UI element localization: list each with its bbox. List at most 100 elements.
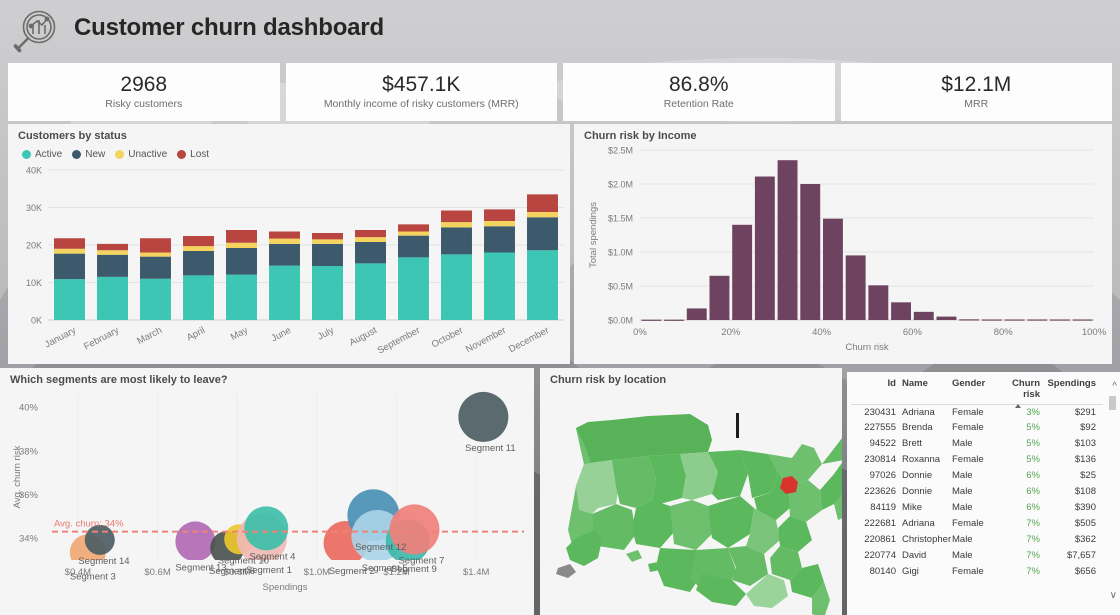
map-tooltip-cursor [736,413,739,438]
table-row[interactable]: 230814 Roxanna Female 5% $136 [851,453,1103,469]
svg-text:March: March [135,325,163,347]
svg-text:Segment 3: Segment 3 [70,571,116,582]
table-row[interactable]: 227555 Brenda Female 5% $92 [851,421,1103,437]
table-header-churn-risk[interactable]: Churn risk [993,374,1043,408]
svg-text:30K: 30K [26,203,42,213]
cell-id: 94522 [869,438,896,450]
svg-text:Segment 11: Segment 11 [465,443,516,454]
cell-gender: Male [952,486,973,498]
table-header-name[interactable]: Name [899,374,949,401]
svg-text:0K: 0K [31,316,42,326]
table-row[interactable]: 84119 Mike Male 6% $390 [851,501,1103,517]
cell-gender: Female [952,517,984,529]
svg-text:December: December [507,325,551,355]
kpi-label: Monthly income of risky customers (MRR) [323,98,519,111]
svg-text:February: February [82,325,121,353]
table-header-label: Churn risk [1012,378,1040,400]
table-row[interactable]: 97026 Donnie Male 6% $25 [851,469,1103,485]
table-row[interactable]: 94522 Brett Male 5% $103 [851,437,1103,453]
cell-name: Christopher [902,533,952,545]
svg-text:September: September [376,325,422,357]
cell-churn-risk: 5% [1026,438,1040,450]
kpi-card-row: 2968 Risky customers $457.1K Monthly inc… [8,63,1112,121]
cell-name: Donnie [902,470,933,482]
table-row[interactable]: 222681 Adriana Female 7% $505 [851,516,1103,532]
map-states[interactable] [568,414,842,615]
table-row[interactable]: 80140 Gigi Female 7% $656 [851,564,1103,580]
kpi-label: MRR [964,98,989,111]
magnifier-chart-icon [13,10,56,53]
cell-gender: Female [952,406,984,418]
svg-text:Total spendings: Total spendings [588,202,599,268]
table-scrollbar-thumb[interactable] [1109,396,1116,410]
table-body[interactable]: 230431 Adriana Female 3% $291 227555 Brenda Fem… [851,405,1103,580]
customer-table-panel[interactable]: Id Name Gender Churn risk Spendings 2304… [847,372,1120,615]
customers-by-status-panel[interactable]: Customers by status Active New Unactive … [8,124,570,364]
cell-id: 223626 [864,486,896,498]
stacked-bar-chart[interactable]: 0K 10K 20K 30K 40K January February March April M… [8,124,570,364]
cell-spendings: $103 [1074,438,1096,450]
svg-text:Churn risk: Churn risk [845,342,889,353]
svg-text:$1.4M: $1.4M [463,567,489,578]
table-row[interactable]: 223626 Donnie Male 6% $108 [851,485,1103,501]
us-choropleth-map[interactable] [540,368,842,615]
table-row[interactable]: 230431 Adriana Female 3% $291 [851,405,1103,421]
chevron-up-icon[interactable]: ^ [1112,381,1117,392]
kpi-value: $12.1M [941,73,1012,97]
cell-gender: Male [952,549,973,561]
cell-gender: Female [952,454,984,466]
svg-text:$0.0M: $0.0M [608,316,633,326]
kpi-value: $457.1K [382,73,461,97]
cell-name: Brett [902,438,923,450]
cell-name: Roxanna [902,454,941,466]
cell-churn-risk: 7% [1026,533,1040,545]
kpi-card-mrr[interactable]: $12.1M MRR [840,63,1112,121]
cell-churn-risk: 7% [1026,549,1040,561]
svg-text:$2.5M: $2.5M [608,146,633,156]
svg-text:Avg. churn: 34%: Avg. churn: 34% [54,519,124,530]
churn-risk-by-income-panel[interactable]: Churn risk by Income $0.0M $0.5M $1.0M $1.5… [574,124,1112,364]
kpi-card-monthly-income[interactable]: $457.1K Monthly income of risky customer… [285,63,557,121]
table-scrollbar[interactable] [1109,396,1116,586]
cell-id: 97026 [869,470,896,482]
page-title: Customer churn dashboard [74,14,384,41]
svg-text:Segment 1: Segment 1 [246,565,292,576]
svg-text:January: January [43,325,78,351]
svg-text:34%: 34% [19,534,39,545]
svg-text:$1.5M: $1.5M [608,214,633,224]
svg-text:Segment 7: Segment 7 [398,555,444,566]
bubble-scatter-chart[interactable]: 34%36%38%40%$0.4M $0.6M $0.8M $1.0M $1.2M $1.… [0,368,534,615]
cell-spendings: $92 [1080,422,1096,434]
cell-id: 220774 [864,549,896,561]
kpi-card-retention-rate[interactable]: 86.8% Retention Rate [563,63,835,121]
kpi-card-risky-customers[interactable]: 2968 Risky customers [8,63,280,121]
svg-text:October: October [430,325,465,351]
svg-text:40K: 40K [26,166,42,176]
table-header-id[interactable]: Id [851,374,899,401]
table-header-spendings[interactable]: Spendings [1043,374,1099,401]
table-row[interactable]: 220774 David Male 7% $7,657 [851,548,1103,564]
table-row[interactable]: 220861 Christopher Male 7% $362 [851,532,1103,548]
histogram-chart[interactable]: $0.0M $0.5M $1.0M $1.5M $2.0M $2.5M 0% 20% 40% 60… [574,124,1112,364]
svg-text:Segment 14: Segment 14 [78,556,129,567]
svg-text:July: July [316,325,336,343]
cell-id: 84119 [870,502,896,514]
cell-spendings: $108 [1074,486,1096,498]
chevron-down-icon[interactable]: ∨ [1110,590,1117,601]
cell-gender: Female [952,565,984,577]
kpi-label: Retention Rate [663,98,734,111]
cell-name: David [902,549,927,561]
segments-panel[interactable]: Which segments are most likely to leave?… [0,368,534,615]
cell-id: 227555 [864,422,896,434]
map-panel[interactable]: Churn risk by location [540,368,842,615]
cell-spendings: $136 [1074,454,1096,466]
cell-name: Donnie [902,486,933,498]
svg-text:10K: 10K [26,278,42,288]
cell-id: 222681 [864,517,896,529]
table-header-gender[interactable]: Gender [949,374,993,401]
cell-name: Adriana [902,406,935,418]
customer-table[interactable]: Id Name Gender Churn risk Spendings 2304… [851,374,1103,580]
cell-churn-risk: 6% [1026,502,1040,514]
cell-id: 230431 [864,406,896,418]
svg-text:$1.0M: $1.0M [608,248,633,258]
